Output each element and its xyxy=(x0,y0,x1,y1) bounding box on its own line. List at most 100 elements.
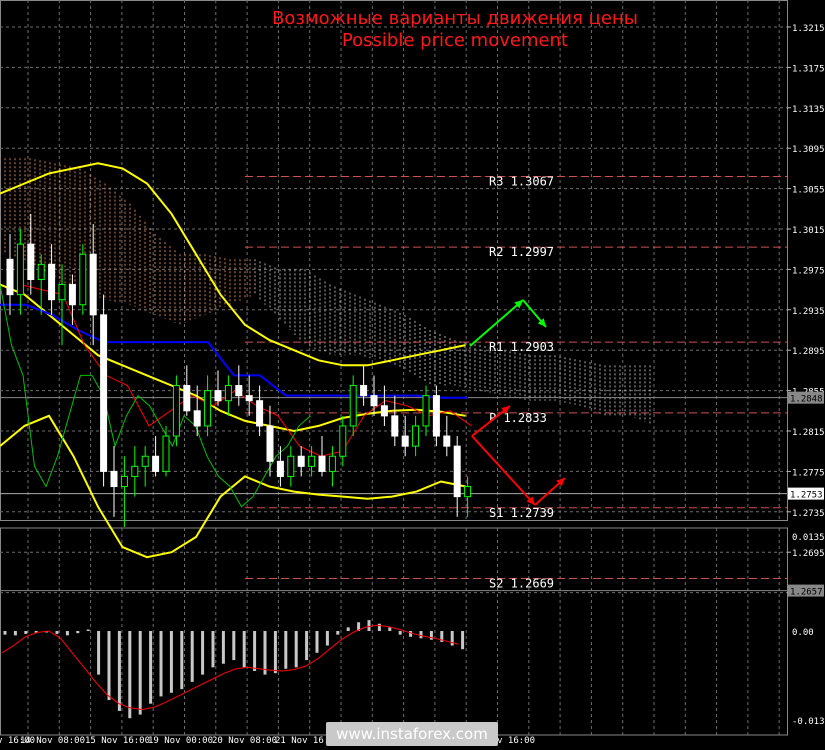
macd-signal-line xyxy=(1,624,459,711)
candle-body xyxy=(27,243,35,280)
candle-body xyxy=(120,475,128,488)
macd-bar xyxy=(263,631,267,675)
price-chart[interactable]: R3 1.3067 R2 1.2997 R1 1.2903 P 1.2833 S1 1.… xyxy=(0,0,825,750)
price-tick-label: 1.3095 xyxy=(792,145,825,155)
macd-bar xyxy=(336,631,340,635)
candle-body xyxy=(297,455,305,467)
candle-body xyxy=(443,435,451,447)
pivot-label-s2: S2 1.2669 xyxy=(489,576,554,590)
macd-bar xyxy=(388,627,392,631)
price-box-label-level_lower: 1.2657 xyxy=(790,588,823,598)
macd-bar xyxy=(169,631,173,693)
candle-body xyxy=(287,455,295,477)
osc-tick-label: 0.01351 xyxy=(792,533,825,543)
candle-body xyxy=(235,385,243,397)
candle-body xyxy=(6,258,14,296)
macd-bar xyxy=(180,631,184,690)
candle-body xyxy=(276,460,284,477)
candle-body xyxy=(172,385,180,437)
candle-body xyxy=(328,455,336,472)
candle-body xyxy=(131,465,139,477)
macd-bar xyxy=(76,631,80,634)
candle-body xyxy=(16,243,24,296)
pivot-label-r3: R3 1.3067 xyxy=(489,174,554,188)
candle-body xyxy=(401,435,409,447)
macd-bar xyxy=(273,631,277,674)
macd-bar xyxy=(346,627,350,631)
candle-body xyxy=(110,470,118,488)
macd-bar xyxy=(429,631,433,640)
price-tick-label: 1.2815 xyxy=(792,428,825,438)
pivot-label-p: P 1.2833 xyxy=(489,411,547,425)
macd-bar xyxy=(367,620,371,631)
macd-bar xyxy=(294,631,298,668)
price-tick-label: 1.3015 xyxy=(792,226,825,236)
candle-body xyxy=(48,263,56,301)
kijun-line xyxy=(0,303,468,399)
macd-bar xyxy=(284,631,288,669)
chart-grid xyxy=(0,0,788,736)
pivot-label-r2: R2 1.2997 xyxy=(489,245,554,259)
candle-body xyxy=(339,425,347,457)
arrow-up-to-r1 xyxy=(469,299,524,347)
macd-bar xyxy=(97,631,101,675)
candle-body xyxy=(100,314,108,472)
candle-body xyxy=(318,455,326,472)
macd-bar xyxy=(190,631,194,682)
price-tick-label: 1.3215 xyxy=(792,24,825,34)
macd-bar xyxy=(128,631,132,719)
candle-body xyxy=(58,284,66,301)
macd-bar xyxy=(107,631,111,701)
price-panel-border xyxy=(0,0,788,521)
macd-bar xyxy=(253,631,257,671)
macd-bar xyxy=(65,631,69,636)
candle-body xyxy=(245,395,253,402)
price-box-label-current_bid: 1.2753 xyxy=(790,491,823,501)
candle-body xyxy=(464,486,472,498)
pivot-label-r1: R1 1.2903 xyxy=(489,340,554,354)
candle-body xyxy=(224,385,232,402)
macd-bar xyxy=(211,631,215,668)
forecast-arrows xyxy=(469,299,566,506)
candle-body xyxy=(422,395,430,427)
macd-bar xyxy=(149,631,153,704)
osc-tick-label: -0.01307 xyxy=(792,717,825,727)
macd-bar xyxy=(24,631,28,634)
candle-body xyxy=(349,385,357,427)
indicators xyxy=(0,162,472,559)
macd-bar xyxy=(159,631,163,697)
candle-body xyxy=(37,263,45,281)
candle-body xyxy=(256,400,264,427)
macd-bar xyxy=(398,631,402,635)
price-tick-label: 1.2735 xyxy=(792,509,825,519)
macd-bar xyxy=(305,631,309,661)
macd-bar xyxy=(409,631,413,637)
chart-title-en: Possible price movement xyxy=(341,30,569,51)
chart-title-ru: Возможные варианты движения цены xyxy=(272,8,638,29)
price-axis: 1.3215 1.3175 1.3135 1.3095 1.3055 1.3015 1.29… xyxy=(0,24,825,746)
candle-body xyxy=(412,425,420,447)
candle-body xyxy=(370,395,378,407)
candle-body xyxy=(214,390,222,402)
price-tick-label: 1.3055 xyxy=(792,186,825,196)
candle-body xyxy=(453,445,461,498)
osc-tick-label: 0.00 xyxy=(792,628,814,638)
candle-body xyxy=(183,385,191,412)
candle-body xyxy=(432,395,440,437)
candle-body xyxy=(68,284,76,306)
price-tick-label: 1.3135 xyxy=(792,105,825,115)
candle-body xyxy=(380,405,388,417)
macd-bar xyxy=(221,631,225,664)
time-tick-label: 15 Nov 16:00 xyxy=(85,736,150,746)
macd-bar xyxy=(138,631,142,715)
bollinger-lower xyxy=(0,414,466,559)
candle-body xyxy=(204,390,212,427)
macd-bar xyxy=(86,629,90,631)
candle-body xyxy=(162,435,170,472)
candle-body xyxy=(141,455,149,467)
macd-bar xyxy=(201,631,205,675)
price-tick-label: 1.2935 xyxy=(792,307,825,317)
macd-bar xyxy=(55,631,59,634)
macd-panel xyxy=(1,620,465,719)
price-tick-label: 1.2695 xyxy=(792,549,825,559)
